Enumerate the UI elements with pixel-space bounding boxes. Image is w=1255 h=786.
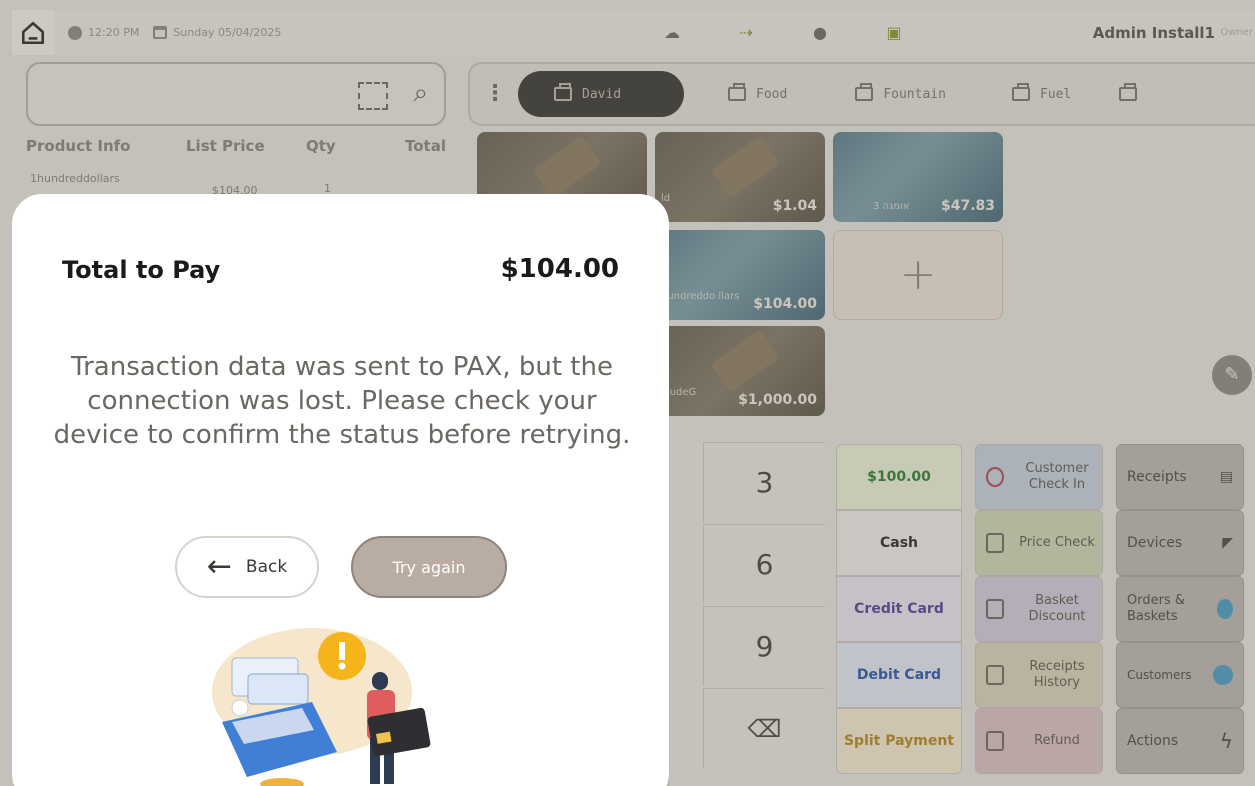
- dialog-message: Transaction data was sent to PAX, but th…: [53, 352, 631, 450]
- dialog-amount: $104.00: [500, 254, 619, 284]
- back-button[interactable]: ← Back: [175, 536, 319, 598]
- dialog-title: Total to Pay: [62, 256, 221, 284]
- payment-terminal-illustration: [212, 628, 431, 786]
- payment-status-dialog: Total to Pay $104.00 Transaction data wa…: [12, 194, 669, 786]
- arrow-left-icon: ←: [206, 549, 232, 584]
- try-again-button[interactable]: Try again: [351, 536, 507, 598]
- back-label: Back: [245, 557, 288, 577]
